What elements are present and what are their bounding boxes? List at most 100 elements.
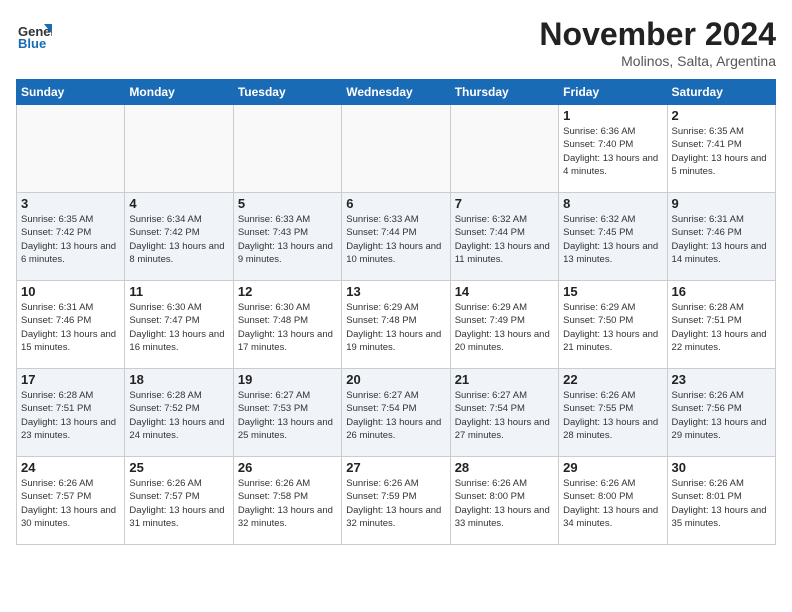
calendar-cell: 10 Sunrise: 6:31 AM Sunset: 7:46 PM Dayli…: [17, 281, 125, 369]
day-number: 10: [21, 284, 120, 299]
calendar-cell: 13Sunrise: 6:29 AM Sunset: 7:48 PM Dayli…: [342, 281, 450, 369]
calendar-cell: 29 Sunrise: 6:26 AM Sunset: 8:00 PM Dayli…: [559, 457, 667, 545]
day-info: Sunrise: 6:29 AM Sunset: 7:50 PM Dayligh…: [563, 301, 662, 354]
day-number: 16: [672, 284, 771, 299]
calendar-week-3: 10 Sunrise: 6:31 AM Sunset: 7:46 PM Dayli…: [17, 281, 776, 369]
day-number: 17: [21, 372, 120, 387]
calendar-cell: 14 Sunrise: 6:29 AM Sunset: 7:49 PM Dayli…: [450, 281, 558, 369]
calendar-cell: [17, 105, 125, 193]
day-info: Sunrise: 6:31 AM Sunset: 7:46 PM Dayligh…: [21, 301, 120, 354]
calendar-cell: 21 Sunrise: 6:27 AM Sunset: 7:54 PM Dayli…: [450, 369, 558, 457]
day-number: 14: [455, 284, 554, 299]
calendar-cell: 24 Sunrise: 6:26 AM Sunset: 7:57 PM Dayli…: [17, 457, 125, 545]
day-number: 30: [672, 460, 771, 475]
day-info: Sunrise: 6:33 AM Sunset: 7:44 PM Dayligh…: [346, 213, 445, 266]
weekday-header-row: SundayMondayTuesdayWednesdayThursdayFrid…: [17, 80, 776, 105]
day-number: 18: [129, 372, 228, 387]
calendar-body: 1Sunrise: 6:36 AM Sunset: 7:40 PM Daylig…: [17, 105, 776, 545]
calendar-cell: 6 Sunrise: 6:33 AM Sunset: 7:44 PM Daylig…: [342, 193, 450, 281]
day-number: 7: [455, 196, 554, 211]
day-info: Sunrise: 6:27 AM Sunset: 7:54 PM Dayligh…: [346, 389, 445, 442]
calendar-cell: [342, 105, 450, 193]
calendar-cell: 3 Sunrise: 6:35 AM Sunset: 7:42 PM Daylig…: [17, 193, 125, 281]
day-number: 9: [672, 196, 771, 211]
day-info: Sunrise: 6:26 AM Sunset: 7:58 PM Dayligh…: [238, 477, 337, 530]
day-info: Sunrise: 6:26 AM Sunset: 7:55 PM Dayligh…: [563, 389, 662, 442]
day-info: Sunrise: 6:35 AM Sunset: 7:42 PM Dayligh…: [21, 213, 120, 266]
weekday-sunday: Sunday: [17, 80, 125, 105]
calendar-cell: 30 Sunrise: 6:26 AM Sunset: 8:01 PM Dayli…: [667, 457, 775, 545]
weekday-monday: Monday: [125, 80, 233, 105]
day-info: Sunrise: 6:30 AM Sunset: 7:47 PM Dayligh…: [129, 301, 228, 354]
calendar-cell: 11 Sunrise: 6:30 AM Sunset: 7:47 PM Dayli…: [125, 281, 233, 369]
calendar-cell: 18 Sunrise: 6:28 AM Sunset: 7:52 PM Dayli…: [125, 369, 233, 457]
day-number: 23: [672, 372, 771, 387]
calendar-cell: 26 Sunrise: 6:26 AM Sunset: 7:58 PM Dayli…: [233, 457, 341, 545]
day-info: Sunrise: 6:26 AM Sunset: 8:01 PM Dayligh…: [672, 477, 771, 530]
calendar-cell: 5 Sunrise: 6:33 AM Sunset: 7:43 PM Daylig…: [233, 193, 341, 281]
day-info: Sunrise: 6:26 AM Sunset: 7:57 PM Dayligh…: [129, 477, 228, 530]
logo-icon: General Blue: [16, 16, 52, 52]
day-info: Sunrise: 6:29 AM Sunset: 7:48 PM Dayligh…: [346, 301, 445, 354]
day-number: 25: [129, 460, 228, 475]
day-number: 22: [563, 372, 662, 387]
calendar-week-2: 3 Sunrise: 6:35 AM Sunset: 7:42 PM Daylig…: [17, 193, 776, 281]
calendar-week-1: 1Sunrise: 6:36 AM Sunset: 7:40 PM Daylig…: [17, 105, 776, 193]
calendar-cell: 8 Sunrise: 6:32 AM Sunset: 7:45 PM Daylig…: [559, 193, 667, 281]
day-number: 3: [21, 196, 120, 211]
page-header: General Blue November 2024 Molinos, Salt…: [16, 16, 776, 69]
day-info: Sunrise: 6:29 AM Sunset: 7:49 PM Dayligh…: [455, 301, 554, 354]
weekday-wednesday: Wednesday: [342, 80, 450, 105]
day-info: Sunrise: 6:28 AM Sunset: 7:51 PM Dayligh…: [21, 389, 120, 442]
calendar-cell: 9Sunrise: 6:31 AM Sunset: 7:46 PM Daylig…: [667, 193, 775, 281]
day-number: 6: [346, 196, 445, 211]
calendar-week-4: 17 Sunrise: 6:28 AM Sunset: 7:51 PM Dayli…: [17, 369, 776, 457]
calendar-table: SundayMondayTuesdayWednesdayThursdayFrid…: [16, 79, 776, 545]
calendar-cell: 17 Sunrise: 6:28 AM Sunset: 7:51 PM Dayli…: [17, 369, 125, 457]
day-info: Sunrise: 6:26 AM Sunset: 7:56 PM Dayligh…: [672, 389, 771, 442]
calendar-cell: 2 Sunrise: 6:35 AM Sunset: 7:41 PM Daylig…: [667, 105, 775, 193]
day-info: Sunrise: 6:33 AM Sunset: 7:43 PM Dayligh…: [238, 213, 337, 266]
day-number: 5: [238, 196, 337, 211]
day-info: Sunrise: 6:27 AM Sunset: 7:54 PM Dayligh…: [455, 389, 554, 442]
day-number: 12: [238, 284, 337, 299]
calendar-cell: 7 Sunrise: 6:32 AM Sunset: 7:44 PM Daylig…: [450, 193, 558, 281]
day-info: Sunrise: 6:26 AM Sunset: 7:57 PM Dayligh…: [21, 477, 120, 530]
day-info: Sunrise: 6:32 AM Sunset: 7:45 PM Dayligh…: [563, 213, 662, 266]
day-number: 21: [455, 372, 554, 387]
day-info: Sunrise: 6:35 AM Sunset: 7:41 PM Dayligh…: [672, 125, 771, 178]
day-number: 2: [672, 108, 771, 123]
calendar-cell: 28Sunrise: 6:26 AM Sunset: 8:00 PM Dayli…: [450, 457, 558, 545]
day-number: 27: [346, 460, 445, 475]
day-number: 24: [21, 460, 120, 475]
day-info: Sunrise: 6:34 AM Sunset: 7:42 PM Dayligh…: [129, 213, 228, 266]
day-number: 29: [563, 460, 662, 475]
day-number: 26: [238, 460, 337, 475]
calendar-cell: 19Sunrise: 6:27 AM Sunset: 7:53 PM Dayli…: [233, 369, 341, 457]
calendar-cell: 15Sunrise: 6:29 AM Sunset: 7:50 PM Dayli…: [559, 281, 667, 369]
day-number: 11: [129, 284, 228, 299]
calendar-cell: 20 Sunrise: 6:27 AM Sunset: 7:54 PM Dayli…: [342, 369, 450, 457]
calendar-cell: 16Sunrise: 6:28 AM Sunset: 7:51 PM Dayli…: [667, 281, 775, 369]
day-info: Sunrise: 6:28 AM Sunset: 7:52 PM Dayligh…: [129, 389, 228, 442]
day-number: 20: [346, 372, 445, 387]
calendar-cell: 12 Sunrise: 6:30 AM Sunset: 7:48 PM Dayli…: [233, 281, 341, 369]
day-info: Sunrise: 6:27 AM Sunset: 7:53 PM Dayligh…: [238, 389, 337, 442]
weekday-thursday: Thursday: [450, 80, 558, 105]
month-title: November 2024: [539, 16, 776, 53]
calendar-cell: 25 Sunrise: 6:26 AM Sunset: 7:57 PM Dayli…: [125, 457, 233, 545]
day-number: 8: [563, 196, 662, 211]
location-subtitle: Molinos, Salta, Argentina: [539, 53, 776, 69]
calendar-week-5: 24 Sunrise: 6:26 AM Sunset: 7:57 PM Dayli…: [17, 457, 776, 545]
day-info: Sunrise: 6:32 AM Sunset: 7:44 PM Dayligh…: [455, 213, 554, 266]
day-number: 1: [563, 108, 662, 123]
day-info: Sunrise: 6:30 AM Sunset: 7:48 PM Dayligh…: [238, 301, 337, 354]
title-block: November 2024 Molinos, Salta, Argentina: [539, 16, 776, 69]
logo: General Blue: [16, 16, 52, 52]
day-info: Sunrise: 6:26 AM Sunset: 7:59 PM Dayligh…: [346, 477, 445, 530]
svg-text:Blue: Blue: [18, 36, 46, 51]
calendar-cell: 4 Sunrise: 6:34 AM Sunset: 7:42 PM Daylig…: [125, 193, 233, 281]
day-number: 4: [129, 196, 228, 211]
calendar-cell: 1Sunrise: 6:36 AM Sunset: 7:40 PM Daylig…: [559, 105, 667, 193]
day-info: Sunrise: 6:26 AM Sunset: 8:00 PM Dayligh…: [563, 477, 662, 530]
